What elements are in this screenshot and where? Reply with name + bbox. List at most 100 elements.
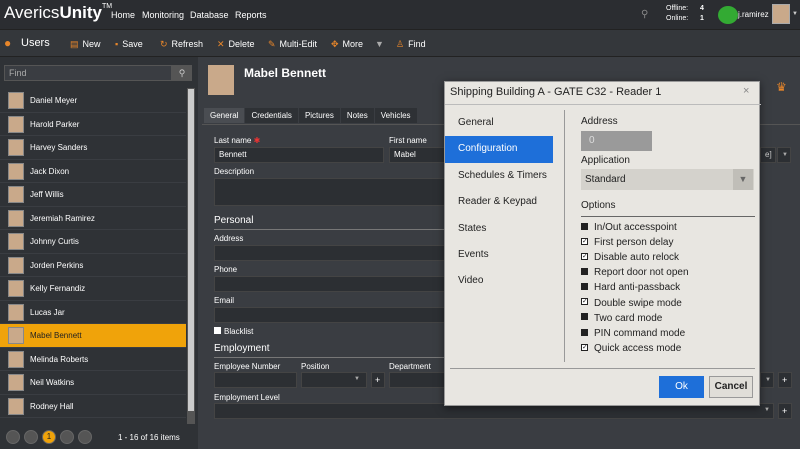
tab-pictures[interactable]: Pictures (298, 108, 340, 123)
prev-page-button[interactable] (24, 430, 38, 444)
user-list-item[interactable]: Lucas Jar (0, 301, 186, 324)
option-item[interactable]: PIN command mode (581, 328, 685, 339)
nav-home[interactable]: Home (111, 10, 135, 20)
chevron-down-icon[interactable]: ▼ (760, 372, 774, 388)
employee-number-field[interactable] (214, 372, 297, 388)
option-item[interactable]: ✓ Disable auto relock (581, 252, 679, 263)
current-user-name[interactable]: j.ramirez (738, 10, 769, 19)
more-button[interactable]: ✥ More (331, 39, 363, 50)
tab-vehicles[interactable]: Vehicles (374, 108, 417, 123)
dialog-nav-item[interactable]: General (445, 110, 561, 136)
next-page-button[interactable] (60, 430, 74, 444)
user-list-item[interactable]: Mabel Bennett (0, 324, 186, 348)
find-search-icon[interactable]: ⚲ (172, 65, 192, 81)
chevron-down-icon[interactable]: ▼ (792, 11, 798, 17)
ok-button[interactable]: Ok (659, 376, 704, 398)
checked-checkbox-icon[interactable]: ✓ (581, 253, 588, 261)
multi-edit-button[interactable]: ✎ Multi-Edit (268, 39, 317, 50)
option-item[interactable]: ✓ Double swipe mode (581, 298, 682, 309)
user-list-item[interactable]: Jeff Willis (0, 183, 186, 207)
user-list-item[interactable]: Harvey Sanders (0, 136, 186, 160)
unchecked-checkbox-icon[interactable] (581, 222, 588, 230)
cancel-button[interactable]: Cancel (709, 376, 753, 398)
option-item[interactable]: In/Out accesspoint (581, 222, 677, 233)
person-photo (208, 65, 234, 95)
user-list-item[interactable]: Melinda Roberts (0, 348, 186, 371)
add-position-button[interactable]: + (371, 372, 385, 388)
user-list-item[interactable]: Jeremiah Ramirez (0, 207, 186, 230)
user-avatar (8, 186, 24, 203)
tab-notes[interactable]: Notes (340, 108, 374, 123)
nav-database[interactable]: Database (190, 10, 229, 20)
chevron-down-icon[interactable]: ▼ (733, 169, 753, 190)
delete-button[interactable]: ✕ Delete (217, 39, 255, 50)
user-name: Daniel Meyer (30, 96, 78, 105)
option-item[interactable]: Two card mode (581, 313, 662, 324)
application-select[interactable]: Standard (581, 169, 754, 190)
unchecked-checkbox-icon[interactable] (581, 283, 588, 291)
unchecked-checkbox-icon[interactable] (581, 313, 588, 321)
refresh-button[interactable]: ↻ Refresh (160, 39, 203, 50)
add-department-button[interactable]: + (778, 372, 792, 388)
user-list-item[interactable]: Jorden Perkins (0, 254, 186, 277)
user-list-item[interactable]: Rodney Hall (0, 395, 186, 418)
crown-icon: ♛ (776, 80, 787, 94)
dialog-nav-item[interactable]: Reader & Keypad (445, 189, 561, 215)
delete-icon: ✕ (217, 39, 225, 49)
title-select[interactable]: e] (760, 147, 776, 163)
user-name: Jeremiah Ramirez (30, 213, 95, 223)
user-avatar[interactable] (772, 4, 790, 24)
user-list-item[interactable]: Daniel Meyer (0, 89, 186, 113)
dialog-nav-item[interactable]: Video (445, 268, 561, 294)
find-input[interactable]: Find (4, 65, 172, 81)
add-employment-level-button[interactable]: + (778, 403, 792, 419)
chevron-down-icon[interactable]: ▼ (354, 376, 360, 382)
checked-checkbox-icon[interactable]: ✓ (581, 237, 588, 245)
close-icon[interactable]: × (743, 85, 749, 97)
current-page-button[interactable]: 1 (42, 430, 56, 444)
chevron-down-icon[interactable]: ▼ (777, 147, 791, 163)
more-dropdown-icon[interactable]: ▼ (375, 39, 384, 49)
pager-info: 1 - 16 of 16 items (118, 433, 180, 442)
last-page-button[interactable] (78, 430, 92, 444)
dialog-nav-item[interactable]: Configuration (445, 136, 553, 163)
first-page-button[interactable] (6, 430, 20, 444)
nav-monitoring[interactable]: Monitoring (142, 10, 184, 20)
unchecked-checkbox-icon[interactable] (581, 328, 588, 336)
last-name-field[interactable]: Bennett (214, 147, 384, 163)
department-select[interactable] (389, 372, 445, 388)
blacklist-checkbox[interactable] (214, 327, 221, 334)
user-name: Neil Watkins (30, 378, 75, 387)
address-field[interactable] (214, 245, 445, 261)
description-field[interactable] (214, 178, 445, 206)
chevron-down-icon[interactable]: ▼ (764, 407, 770, 413)
user-list-item[interactable]: Neil Watkins (0, 371, 186, 395)
option-item[interactable]: ✓ First person delay (581, 237, 673, 248)
dialog-nav-item[interactable]: Schedules & Timers (445, 163, 561, 189)
tab-credentials[interactable]: Credentials (245, 108, 298, 123)
dialog-nav-item[interactable]: States (445, 216, 561, 242)
first-name-field[interactable]: Mabel (389, 147, 445, 163)
address-input[interactable]: 0 (581, 131, 652, 151)
new-button[interactable]: ▤ New (70, 39, 101, 50)
phone-field[interactable] (214, 276, 445, 292)
user-list-item[interactable]: Johnny Curtis (0, 230, 186, 254)
user-name: Kelly Fernandiz (30, 284, 86, 293)
scrollbar-thumb[interactable] (188, 89, 194, 411)
user-list-item[interactable]: Kelly Fernandiz (0, 277, 186, 301)
tab-general[interactable]: General (204, 108, 245, 123)
find-button[interactable]: ♙ Find (396, 39, 426, 50)
option-item[interactable]: ✓ Quick access mode (581, 343, 681, 354)
unchecked-checkbox-icon[interactable] (581, 268, 588, 276)
checked-checkbox-icon[interactable]: ✓ (581, 343, 588, 351)
email-field[interactable] (214, 307, 445, 323)
dialog-nav-item[interactable]: Events (445, 242, 561, 268)
nav-reports[interactable]: Reports (235, 10, 267, 20)
save-button[interactable]: ▪ Save (115, 39, 143, 49)
user-list-item[interactable]: Harold Parker (0, 113, 186, 136)
option-item[interactable]: Report door not open (581, 267, 689, 278)
checked-checkbox-icon[interactable]: ✓ (581, 298, 588, 306)
search-icon[interactable]: ⚲ (641, 9, 648, 20)
user-list-item[interactable]: Jack Dixon (0, 160, 186, 183)
option-item[interactable]: Hard anti-passback (581, 282, 680, 293)
